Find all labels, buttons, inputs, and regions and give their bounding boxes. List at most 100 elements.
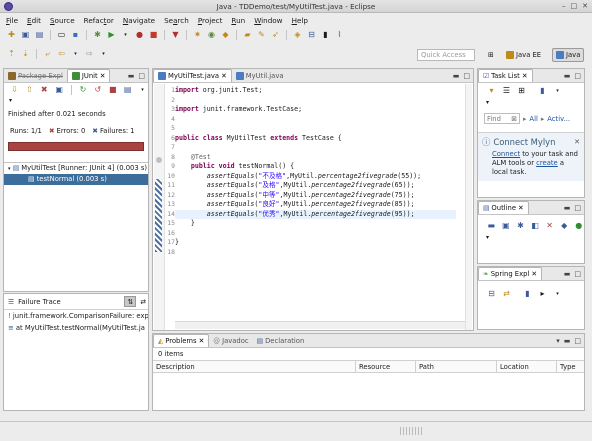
tab-outline[interactable]: ▤ Outline ✕ [478,201,529,214]
back-dropdown-icon[interactable]: ▾ [70,49,81,59]
menu-item[interactable]: Project [198,16,223,25]
minimize-view-icon[interactable]: ▬ [564,72,571,80]
menu-item[interactable]: Navigate [123,16,155,25]
view-menu-icon[interactable]: ▾ [552,86,563,96]
close-tab-icon[interactable]: ✕ [518,204,524,212]
trace-line[interactable]: ≡ at MyUtilTest.testNormal(MyUtilTest.ja [4,322,148,334]
focus-icon[interactable]: ▮ [537,86,548,96]
minimize-view-icon[interactable]: ▬ [128,72,135,80]
external-tools-icon[interactable]: ▼ [170,30,181,40]
java-icon[interactable]: ▪ [70,30,81,40]
last-edit-icon[interactable]: ⤶ [42,49,53,59]
focus-task-icon[interactable]: ▮ [522,289,533,299]
new-class-icon[interactable]: ✷ [192,30,203,40]
forward-dropdown-icon[interactable]: ▾ [98,49,109,59]
close-tab-icon[interactable]: ✕ [522,72,528,80]
pen-icon[interactable]: ➶ [270,30,281,40]
all-filter-link[interactable]: All [529,115,537,123]
rerun-failed-icon[interactable]: ↺ [92,85,103,95]
compare-results-icon[interactable]: ⇄ [140,298,146,306]
minimize-view-icon[interactable]: ▬ [453,72,460,80]
prev-failure-icon[interactable]: ⇧ [24,85,35,95]
new-task-icon[interactable]: ▾ [486,86,497,96]
new-package-icon[interactable]: ◉ [206,30,217,40]
run-icon[interactable]: ▶ [106,30,117,40]
close-tab-icon[interactable]: ✕ [199,337,205,345]
tab-task-list[interactable]: ☑ Task List ✕ [478,69,533,82]
tab-declaration[interactable]: ▤ Declaration [253,334,309,347]
perspective-java-ee[interactable]: Java EE [503,48,544,62]
tree-child-test[interactable]: ▤ testNormal (0.003 s) [4,174,148,185]
maximize-view-icon[interactable]: □ [574,337,581,345]
column-type[interactable]: Type [557,361,584,372]
history-icon[interactable]: ▤ [122,85,133,95]
overview-ruler[interactable] [465,84,472,330]
back-icon[interactable]: ⇦ [56,49,67,59]
tab-spring-explorer[interactable]: ❧ Spring Expl ✕ [478,267,543,280]
close-tab-icon[interactable]: ✕ [531,270,537,278]
minimize-icon[interactable]: – [562,2,566,10]
minimize-view-icon[interactable]: ▬ [564,270,571,278]
view-menu-icon[interactable]: ▾ [137,85,148,95]
mark-occurrences-icon[interactable]: ◈ [292,30,303,40]
connect-link[interactable]: Connect [492,150,520,158]
new-icon[interactable]: ✚ [6,30,17,40]
hide-local-types-icon[interactable]: ✕ [544,221,555,231]
menu-item[interactable]: Window [254,16,282,25]
annotation-icon[interactable]: ▮ [320,30,331,40]
scroll-lock-icon[interactable]: ▣ [54,85,65,95]
focus-active-task-icon[interactable]: ◆ [559,221,570,231]
filter-trace-icon[interactable]: ⇅ [124,296,137,307]
close-mylyn-icon[interactable]: ✕ [574,138,580,146]
tab-package-explorer[interactable]: Package Expl [4,69,67,82]
maximize-icon[interactable]: □ [571,2,578,10]
stop-icon[interactable]: ■ [148,30,159,40]
hide-fields-icon[interactable]: ▣ [501,221,512,231]
tab-myutil-java[interactable]: MyUtil.java [232,69,288,82]
maximize-view-icon[interactable]: □ [463,72,470,80]
terminal-icon[interactable]: ▭ [56,30,67,40]
open-folder-icon[interactable]: ▰ [242,30,253,40]
view-menu-icon[interactable]: ▾ [556,337,560,345]
task-find-input[interactable]: Find ⊠ [484,113,520,124]
task-list-filter-icon[interactable]: ☰ [501,86,512,96]
minimize-view-icon[interactable]: ▬ [564,204,571,212]
rerun-icon[interactable]: ↻ [78,85,89,95]
tab-junit[interactable]: JUnit ✕ [66,69,111,82]
close-tab-icon[interactable]: ✕ [221,72,227,80]
show-failures-only-icon[interactable]: ✖ [39,85,50,95]
search-icon[interactable]: ✎ [256,30,267,40]
tab-myutiltest-java[interactable]: MyUtilTest.java ✕ [153,69,232,82]
next-failure-icon[interactable]: ⇩ [9,85,20,95]
categorized-icon[interactable]: ⊞ [516,86,527,96]
tab-javadoc[interactable]: @ Javadoc [209,334,252,347]
maximize-view-icon[interactable]: □ [138,72,145,80]
column-location[interactable]: Location [497,361,557,372]
view-menu-chevron[interactable]: ▾ [4,97,148,109]
menu-item[interactable]: Refactor [84,16,114,25]
expand-icon[interactable]: ▾ [8,166,11,172]
run-dropdown-icon[interactable]: ▾ [120,30,131,40]
menu-item[interactable]: Search [164,16,189,25]
trace-line[interactable]: ! junit.framework.ComparisonFailure: exp [4,310,148,322]
perspective-java[interactable]: Java [552,48,585,62]
maximize-view-icon[interactable]: □ [574,72,581,80]
menu-item[interactable]: Run [231,16,245,25]
prev-annotation-icon[interactable]: ⇡ [6,49,17,59]
link-editor-icon[interactable]: ● [573,221,584,231]
view-menu-icon[interactable]: ▾ [552,289,563,299]
hide-nonpublic-icon[interactable]: ◧ [530,221,541,231]
maximize-view-icon[interactable]: □ [574,270,581,278]
activate-link[interactable]: Activ... [547,115,570,123]
close-icon[interactable]: ✕ [582,2,588,10]
tab-problems[interactable]: ◭ Problems ✕ [153,334,210,347]
next-annotation-icon[interactable]: ⇣ [20,49,31,59]
column-description[interactable]: Description [153,361,356,372]
forward-icon[interactable]: ⇨ [84,49,95,59]
column-resource[interactable]: Resource [356,361,416,372]
maximize-view-icon[interactable]: □ [574,204,581,212]
filter-icon[interactable]: ▸ [537,289,548,299]
open-type-icon[interactable]: ◆ [220,30,231,40]
open-perspective-icon[interactable]: ⊞ [485,48,497,62]
menu-item[interactable]: Edit [27,16,41,25]
